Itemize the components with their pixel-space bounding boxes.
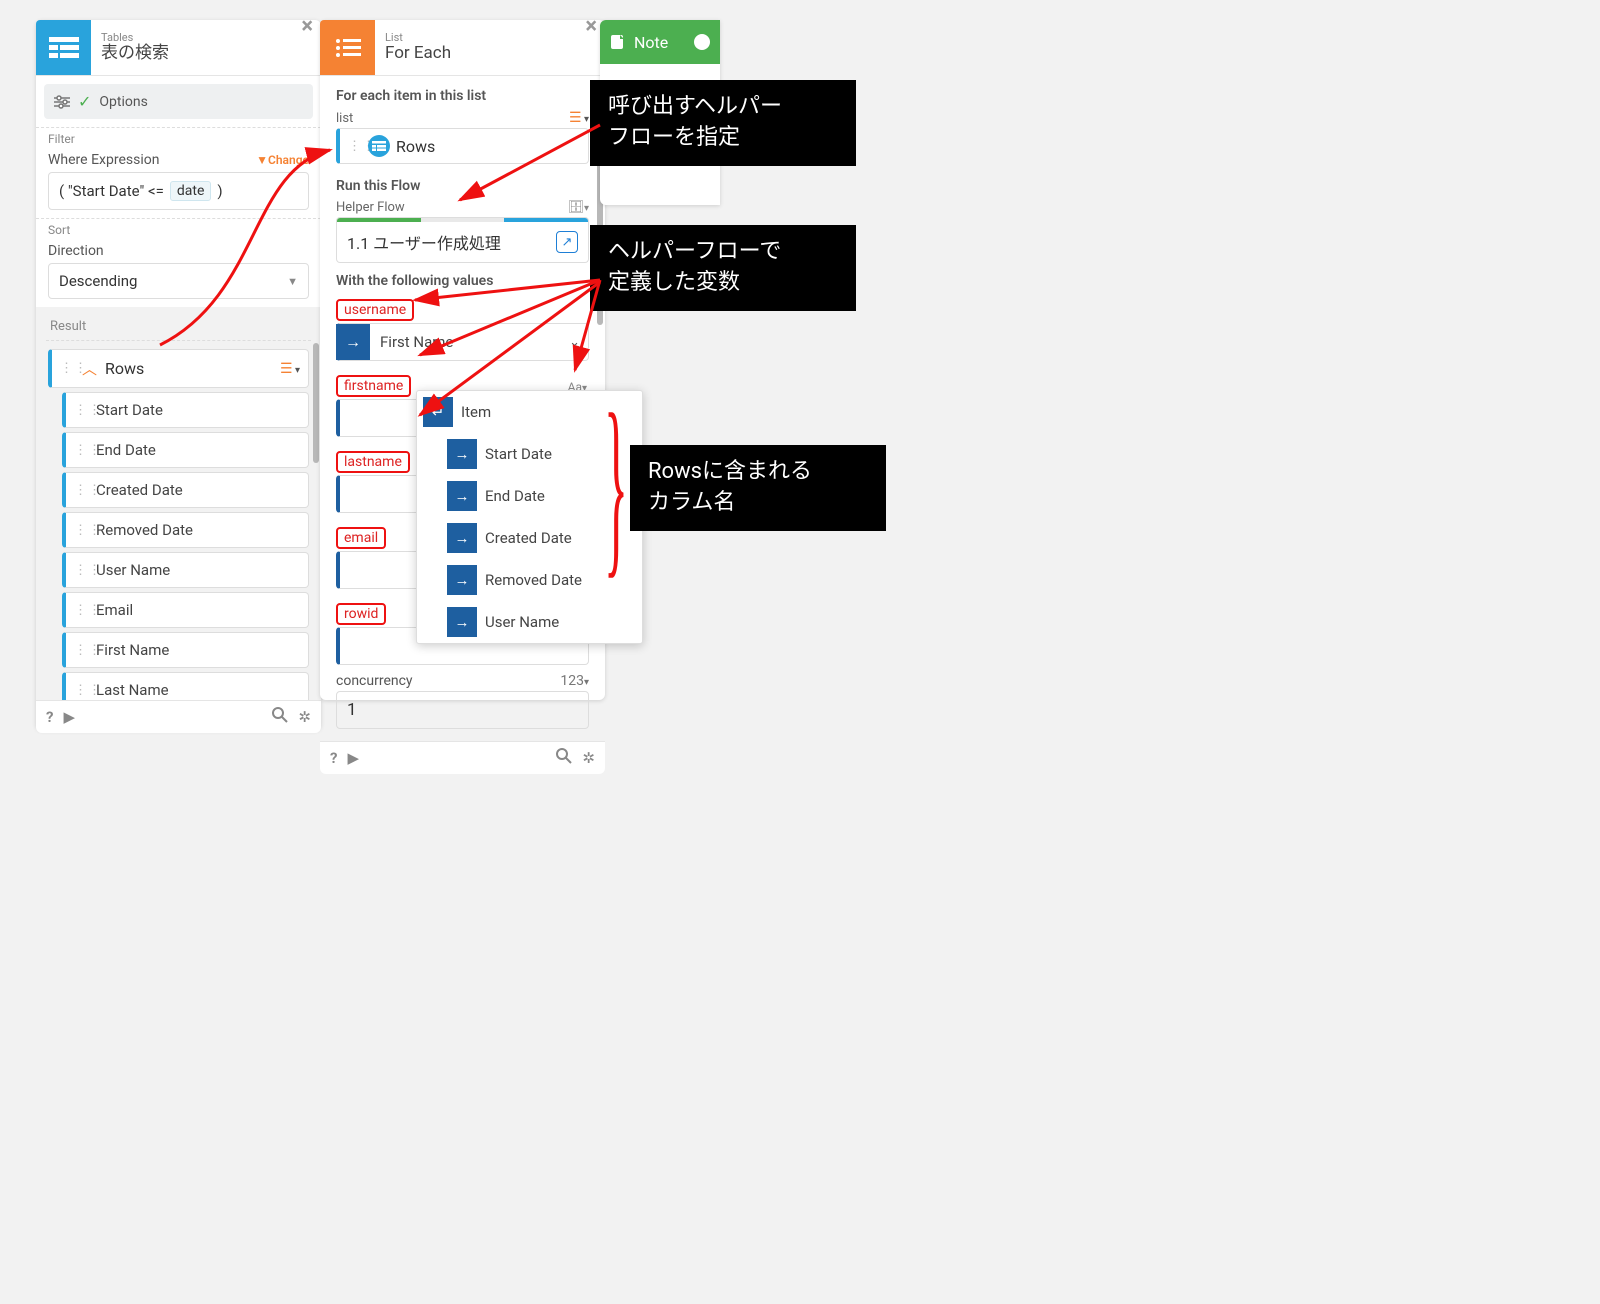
sliders-icon: [54, 95, 70, 109]
arrow-right-icon: →: [447, 481, 477, 511]
result-field-item[interactable]: ⋮⋮User Name: [62, 552, 309, 588]
where-expression-row: Where Expression ▼Change: [36, 148, 321, 172]
param-name-firstname: firstname: [336, 375, 411, 397]
run-icon[interactable]: ▶: [347, 749, 359, 767]
result-label: Result: [46, 315, 311, 341]
where-expression-input[interactable]: ( "Start Date" <= date ): [48, 172, 309, 210]
param-name-lastname: lastname: [336, 451, 410, 473]
chevron-up-icon[interactable]: ︿: [82, 358, 97, 379]
search-icon[interactable]: [272, 707, 288, 727]
result-section: Result ⋮⋮ ︿ Rows ☰ ▾ ⋮⋮Start Date ⋮⋮End D…: [36, 307, 321, 705]
direction-select[interactable]: Descending ▼: [48, 263, 309, 299]
sort-section-label: Sort: [36, 218, 321, 239]
list-icon: [320, 20, 375, 75]
arrow-right-icon: →: [447, 439, 477, 469]
run-flow-heading: Run this Flow: [336, 178, 589, 194]
note-badge-icon: [694, 34, 710, 50]
chevron-down-icon: ▼: [287, 275, 298, 288]
annotation-helper-flow: 呼び出すヘルパーフローを指定: [590, 80, 856, 166]
db-icon[interactable]: 🗄▾: [567, 200, 589, 215]
concurrency-input[interactable]: 1: [336, 691, 589, 729]
open-external-icon[interactable]: ↗: [556, 231, 578, 253]
values-heading: With the following values: [336, 273, 589, 289]
note-icon: [610, 34, 626, 50]
rows-item[interactable]: ⋮⋮ ︿ Rows ☰ ▾: [48, 349, 309, 388]
drag-handle-icon[interactable]: ⋮⋮: [74, 523, 88, 538]
drag-handle-icon[interactable]: ⋮⋮: [74, 683, 88, 698]
options-label: Options: [99, 94, 147, 110]
param-name-rowid: rowid: [336, 603, 386, 625]
object-icon: ↵: [423, 397, 453, 427]
arrow-right-icon: →: [447, 523, 477, 553]
arrow-right-icon: →: [447, 607, 477, 637]
options-row[interactable]: ✓ Options: [44, 84, 313, 119]
help-icon[interactable]: ?: [46, 708, 53, 726]
filter-section-label: Filter: [36, 127, 321, 148]
list-type-icon[interactable]: ☰ ▾: [569, 110, 589, 126]
annotation-columns: Rowsに含まれるカラム名: [630, 445, 886, 531]
drag-handle-icon[interactable]: ⋮⋮: [74, 563, 88, 578]
annotation-variables: ヘルパーフローで定義した変数: [590, 225, 856, 311]
drag-handle-icon[interactable]: ⋮⋮: [74, 643, 88, 658]
result-field-item[interactable]: ⋮⋮Email: [62, 592, 309, 628]
list-label: list: [336, 111, 353, 126]
card-foreach-footer: ? ▶ ✲: [320, 741, 605, 774]
card-foreach-header: List For Each ×: [320, 20, 605, 76]
drag-handle-icon[interactable]: ⋮⋮: [74, 443, 88, 458]
direction-label: Direction: [48, 243, 104, 259]
drag-handle-icon[interactable]: ⋮⋮: [74, 603, 88, 618]
number-type-icon[interactable]: 123▾: [560, 673, 589, 689]
result-field-item[interactable]: ⋮⋮Removed Date: [62, 512, 309, 548]
canvas: + + Tables 表の検索 × ✓ Options Filter Where…: [0, 0, 1200, 978]
drag-handle-icon[interactable]: ⋮⋮: [74, 483, 88, 498]
date-pill[interactable]: date: [170, 181, 212, 201]
close-icon[interactable]: ×: [301, 14, 313, 39]
param-value-username[interactable]: →First Name⌄: [336, 323, 589, 361]
chevron-down-icon[interactable]: ⌄: [561, 335, 588, 350]
helper-flow-select[interactable]: 1.1 ユーザー作成処理 ↗: [336, 217, 589, 263]
gear-icon[interactable]: ✲: [582, 749, 595, 767]
list-type-icon[interactable]: ☰ ▾: [280, 361, 300, 377]
search-icon[interactable]: [556, 748, 572, 768]
concurrency-label: concurrency: [336, 673, 413, 689]
result-field-item[interactable]: ⋮⋮End Date: [62, 432, 309, 468]
result-field-item[interactable]: ⋮⋮Start Date: [62, 392, 309, 428]
drag-handle-icon[interactable]: ⋮⋮: [348, 139, 362, 154]
card-title: 表の検索: [101, 44, 169, 63]
tables-icon: [36, 20, 91, 75]
foreach-heading: For each item in this list: [336, 88, 589, 104]
close-icon[interactable]: ×: [585, 14, 597, 39]
param-name-email: email: [336, 527, 386, 549]
tables-mini-icon: [368, 135, 390, 157]
param-name-username: username: [336, 299, 414, 321]
filter-icon: ▼: [256, 153, 268, 167]
run-icon[interactable]: ▶: [63, 708, 75, 726]
change-link[interactable]: ▼Change: [256, 153, 309, 167]
card-tables: Tables 表の検索 × ✓ Options Filter Where Exp…: [36, 20, 321, 730]
arrow-right-icon: →: [336, 324, 370, 360]
brace-icon: }: [604, 370, 628, 599]
help-icon[interactable]: ?: [330, 749, 337, 767]
scrollbar[interactable]: [313, 343, 319, 463]
check-icon: ✓: [78, 92, 91, 111]
result-field-item[interactable]: ⋮⋮First Name: [62, 632, 309, 668]
gear-icon[interactable]: ✲: [298, 708, 311, 726]
result-field-item[interactable]: ⋮⋮Created Date: [62, 472, 309, 508]
arrow-right-icon: →: [447, 565, 477, 595]
card-title: For Each: [385, 44, 451, 63]
dropdown-item[interactable]: →User Name: [417, 601, 642, 643]
note-header: Note: [600, 20, 720, 64]
card-tables-header: Tables 表の検索 ×: [36, 20, 321, 76]
drag-handle-icon[interactable]: ⋮⋮: [74, 403, 88, 418]
list-rows-pill[interactable]: ⋮⋮ Rows: [336, 128, 589, 164]
card-tables-footer: ? ▶ ✲: [36, 700, 321, 733]
drag-handle-icon[interactable]: ⋮⋮: [60, 361, 74, 376]
helper-flow-label: Helper Flow: [336, 200, 405, 215]
